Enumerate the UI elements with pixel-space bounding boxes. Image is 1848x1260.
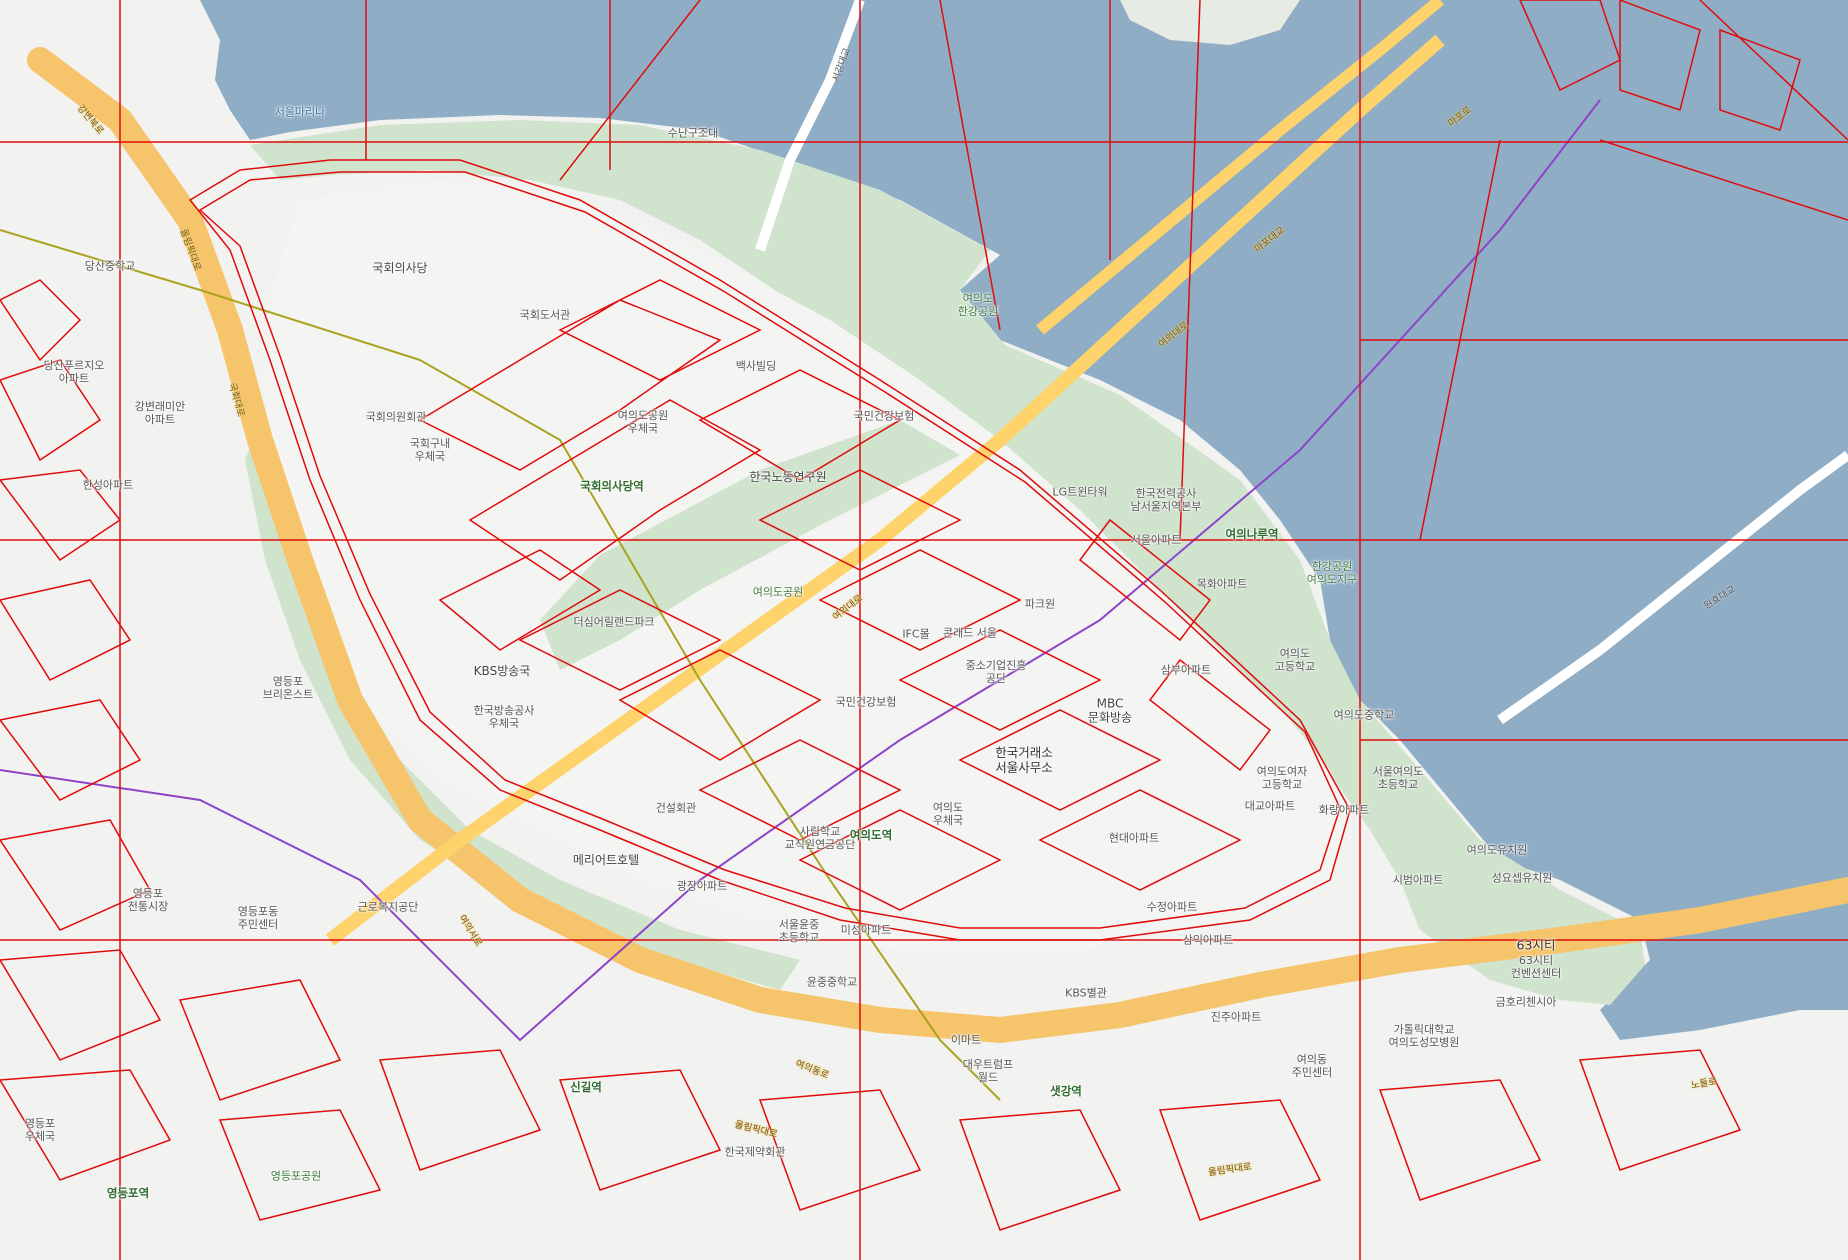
yeouido-park-post-label[interactable]: 여의도공원 우체국 [618, 409, 669, 435]
ewha-apt-label[interactable]: 미성아파트 [841, 923, 892, 936]
mokhwa-apt-label[interactable]: 목화아파트 [1197, 577, 1248, 590]
gwangjang-apt-label[interactable]: 광장아파트 [677, 879, 728, 892]
yeongdeungpo-park-label[interactable]: 영등포공원 [271, 1169, 322, 1182]
construction-hall-label[interactable]: 건설회관 [656, 801, 696, 814]
dangsan-ms-label[interactable]: 당산중학교 [85, 259, 136, 272]
yeouido-girls-label[interactable]: 여의도여자 고등학교 [1257, 765, 1308, 791]
sangsu-apt-label[interactable]: 삼부아파트 [1161, 663, 1212, 676]
hyundai-apt-label[interactable]: 현대아파트 [1109, 831, 1160, 844]
parc1-label[interactable]: 파크원 [1025, 597, 1055, 610]
hwaseong-apt-label[interactable]: 한성아파트 [83, 478, 134, 491]
yunjung-ms-label[interactable]: 윤중중학교 [807, 975, 858, 988]
sixtythree-label[interactable]: 63시티 [1517, 938, 1556, 953]
singil-station-label[interactable]: 신길역 [570, 1080, 602, 1095]
krx-label[interactable]: 한국거래소 서울사무소 [995, 745, 1053, 775]
yd-briefs-label[interactable]: 영등포 브리온스트 [263, 675, 314, 701]
catholic-hospital-label[interactable]: 가톨릭대학교 여의도성모병원 [1389, 1023, 1460, 1049]
yeouido-hs-label[interactable]: 여의도 고등학교 [1275, 647, 1315, 673]
seoul-apt-label[interactable]: 서울아파트 [1131, 533, 1182, 546]
smba-label[interactable]: 중소기업진흥 공단 [966, 659, 1027, 685]
yeouido-ms-label[interactable]: 여의도중학교 [1334, 708, 1395, 721]
yeouido-community-label[interactable]: 여의동 주민센터 [1292, 1053, 1332, 1079]
mbc-label[interactable]: MBC 문화방송 [1088, 697, 1132, 726]
yeouido-post-label[interactable]: 여의도 우체국 [933, 801, 963, 827]
jingju-apt-label[interactable]: 진주아파트 [1211, 1010, 1262, 1023]
daegyo-apt-label[interactable]: 대교아파트 [1245, 799, 1296, 812]
suojung-apt-label[interactable]: 수정아파트 [1147, 900, 1198, 913]
hwarang-apt-label[interactable]: 화랑아파트 [1319, 803, 1370, 816]
yeouido-hangang-park-label[interactable]: 여의도 한강공원 [958, 292, 998, 318]
parking-bldg-label[interactable]: 백사빌딩 [736, 359, 776, 372]
hangang-park-district-label[interactable]: 한강공원 여의도지구 [1307, 560, 1358, 586]
yeongdeungpo-market-label[interactable]: 영등포 전통시장 [128, 887, 168, 913]
lg-twin-label[interactable]: LG트윈타워 [1052, 485, 1107, 498]
map-viewport[interactable]: 서울마리나 수난구조대 국회의사당 국회도서관 국회의원회관 국회구내 우체국 … [0, 0, 1848, 1260]
yeongdeungpo-post-label[interactable]: 영등포 우체국 [25, 1117, 55, 1143]
sibeom-apt-label[interactable]: 시범아파트 [1393, 873, 1444, 886]
yeongdeungpo-dong-label[interactable]: 영등포동 주민센터 [238, 905, 278, 931]
kbs-label[interactable]: KBS방송국 [474, 664, 531, 678]
korea-labor-label[interactable]: 한국노동연구원 [749, 470, 826, 484]
yeouido-kinder-label[interactable]: 여의도유치원 [1467, 843, 1528, 856]
kbs-hall-label[interactable]: KBS별관 [1065, 986, 1107, 999]
private-school-label[interactable]: 사립학교 교직원연금공단 [785, 825, 856, 851]
rescue-team-label[interactable]: 수난구조대 [668, 126, 719, 139]
ifc-label[interactable]: IFC몰 [902, 627, 929, 640]
sixtythree-conv-label[interactable]: 63시티 컨벤션센터 [1511, 954, 1562, 980]
dangsan-apt-label[interactable]: 당산푸르지오 아파트 [44, 359, 105, 385]
kepco-label[interactable]: 한국전력공사 남서울지역본부 [1131, 487, 1202, 513]
seoul-yeouido-es-label[interactable]: 서울여의도 초등학교 [1373, 765, 1424, 791]
conrad-label[interactable]: 콘래드 서울 [943, 626, 997, 639]
nhis2-label[interactable]: 국민건강보험 [836, 695, 897, 708]
marriott-label[interactable]: 메리어트호텔 [573, 853, 639, 867]
the-sky-park-label[interactable]: 더심어릴랜드파크 [574, 615, 655, 628]
saetgang-station-label[interactable]: 샛강역 [1050, 1084, 1082, 1099]
emart-label[interactable]: 이마트 [951, 1033, 981, 1046]
sungeun-kinder-label[interactable]: 성요셉유치원 [1492, 871, 1553, 884]
assembly-hall-label[interactable]: 국회의원회관 [366, 410, 427, 423]
samik-apt-label[interactable]: 삼익아파트 [1183, 933, 1234, 946]
korea-jesu-label[interactable]: 한국제약회관 [725, 1145, 786, 1158]
yeouido-park-label[interactable]: 여의도공원 [753, 585, 804, 598]
kunro-label[interactable]: 근로복지공단 [358, 900, 419, 913]
seoul-marina-label[interactable]: 서울마리나 [275, 105, 326, 118]
national-assembly-label[interactable]: 국회의사당 [372, 261, 427, 275]
seoul-yunjung-es-label[interactable]: 서울윤중 초등학교 [779, 918, 819, 944]
assembly-station-label[interactable]: 국회의사당역 [580, 479, 643, 494]
nhis-label[interactable]: 국민건강보험 [854, 409, 915, 422]
yeouido-station-label[interactable]: 여의도역 [850, 828, 892, 843]
kumho-res-label[interactable]: 금호리첸시아 [1496, 995, 1557, 1008]
assembly-library-label[interactable]: 국회도서관 [520, 308, 571, 321]
gangbyeon-apt-label[interactable]: 강변래미안 아파트 [135, 400, 186, 426]
daewoo-trump-label[interactable]: 대우트럼프 월드 [963, 1058, 1014, 1084]
yeouinaru-station-label[interactable]: 여의나루역 [1226, 527, 1279, 542]
assembly-post-label[interactable]: 국회구내 우체국 [410, 437, 450, 463]
kbs-post-label[interactable]: 한국방송공사 우체국 [474, 704, 535, 730]
yeongdeungpo-station-label[interactable]: 영등포역 [107, 1186, 149, 1201]
